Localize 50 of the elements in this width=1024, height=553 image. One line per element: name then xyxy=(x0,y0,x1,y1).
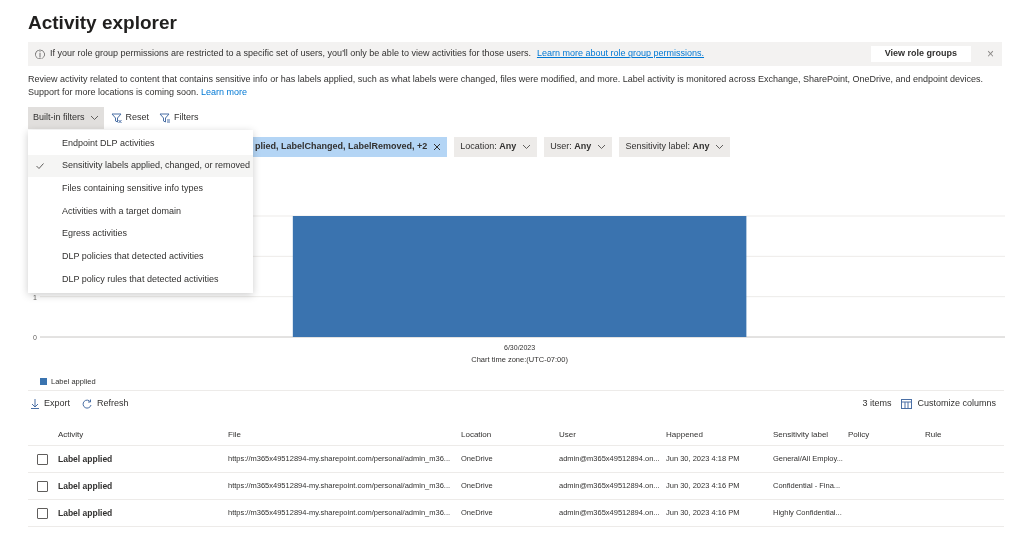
menu-item[interactable]: Endpoint DLP activities xyxy=(28,132,253,155)
chevron-down-icon xyxy=(597,144,607,150)
row-checkbox[interactable] xyxy=(37,480,48,492)
export-button[interactable]: Export xyxy=(31,397,70,411)
info-icon: ⓘ xyxy=(35,46,45,62)
download-icon xyxy=(31,398,39,409)
menu-item[interactable]: Egress activities xyxy=(28,222,253,246)
row-checkbox[interactable] xyxy=(37,453,48,465)
menu-item[interactable]: DLP policy rules that detected activities xyxy=(28,268,253,291)
customize-columns-button[interactable]: Customize columns xyxy=(901,397,996,411)
activity-filter-chip[interactable]: plied, LabelChanged, LabelRemoved, +2 xyxy=(253,137,448,157)
refresh-button[interactable]: Refresh xyxy=(82,397,129,411)
chevron-down-icon xyxy=(522,144,532,150)
filter-dropdown[interactable]: Sensitivity label: Any xyxy=(619,137,731,157)
column-header[interactable]: Happened xyxy=(666,428,773,441)
filter-reset-icon xyxy=(110,113,122,123)
column-header[interactable]: File xyxy=(228,428,461,441)
learn-more-link[interactable]: Learn more xyxy=(201,87,248,97)
filter-dropdown[interactable]: User: Any xyxy=(544,137,613,157)
built-in-filters-dropdown[interactable]: Built-in filters xyxy=(28,107,104,129)
chevron-down-icon xyxy=(89,115,99,121)
column-header[interactable]: Sensitivity label xyxy=(773,428,848,441)
page-title: Activity explorer xyxy=(28,11,177,35)
menu-item[interactable]: Files containing sensitive info types xyxy=(28,177,253,201)
menu-item[interactable]: Activities with a target domain xyxy=(28,200,253,223)
row-checkbox[interactable] xyxy=(37,507,48,519)
view-role-groups-button[interactable]: View role groups xyxy=(870,46,971,62)
table-cell-text: Label applied xyxy=(58,479,114,493)
filter-icon xyxy=(159,113,171,123)
column-header[interactable]: Activity xyxy=(58,428,228,441)
table-cell-text: Label applied xyxy=(58,506,114,520)
columns-icon xyxy=(901,398,913,409)
reset-button[interactable]: Reset xyxy=(107,107,153,129)
checkmark-icon xyxy=(36,163,44,170)
item-count: 3 items xyxy=(862,397,892,410)
table-cell-text: Label applied xyxy=(58,452,114,466)
column-header[interactable]: Policy xyxy=(848,428,925,441)
column-header[interactable]: User xyxy=(559,428,666,441)
menu-item[interactable]: DLP policies that detected activities xyxy=(28,245,253,269)
close-icon xyxy=(433,143,442,151)
menu-item[interactable]: Sensitivity labels applied, changed, or removed xyxy=(28,154,253,178)
column-header[interactable]: Location xyxy=(461,428,559,441)
role-group-permissions-link[interactable]: Learn more about role group permissions. xyxy=(536,47,705,61)
info-message: If your role group permissions are restricted to a specific set of users, you'll only be able to view activities for those users. xyxy=(50,47,531,61)
chevron-down-icon xyxy=(715,144,725,150)
filters-button[interactable]: Filters xyxy=(156,107,202,129)
filter-dropdown[interactable]: Location: Any xyxy=(454,137,538,157)
refresh-icon xyxy=(82,398,92,409)
column-header[interactable]: Rule xyxy=(925,428,1004,441)
description-text: Review activity related to content that contains sensitive info or has labels applied, such as what labels were changed, files were modified, and more. Label activity is monitored across Exchange, SharePoint, OneDrive, and endpoint devices. Support for more locations is coming soon. Learn more xyxy=(28,73,985,99)
